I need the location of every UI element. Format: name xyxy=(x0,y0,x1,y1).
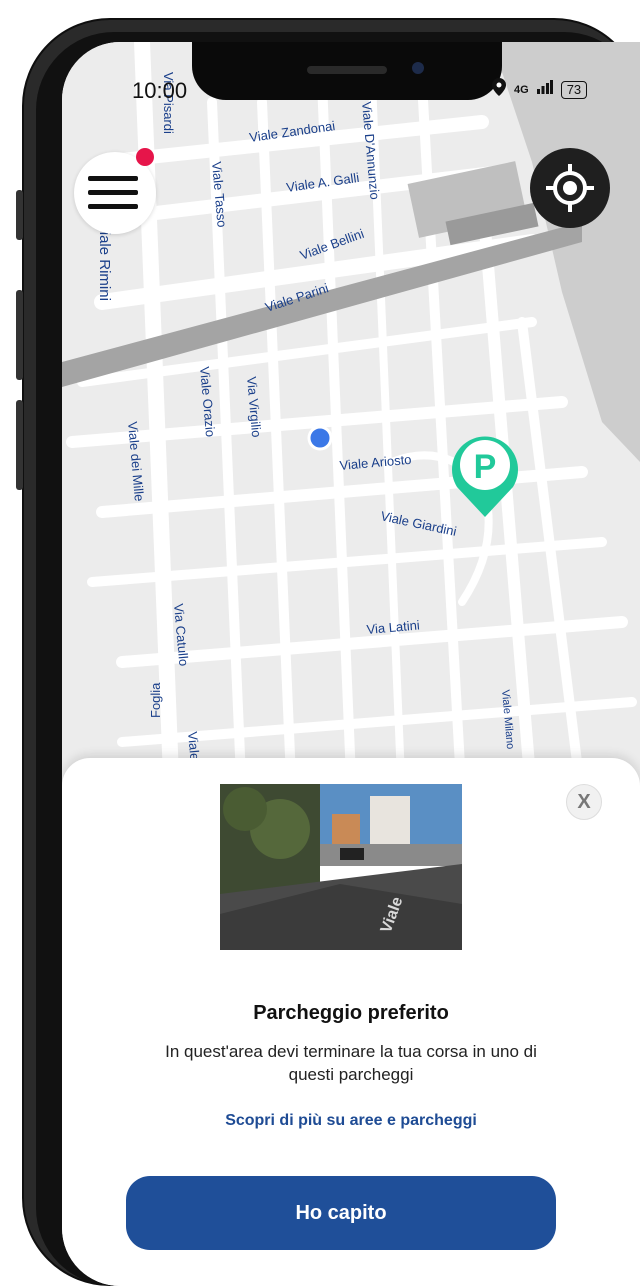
close-button[interactable]: X xyxy=(566,784,602,820)
app-screen: Viale Zandonai Viale A. Galli Viale Bell… xyxy=(62,42,640,1286)
user-location-dot xyxy=(307,425,333,451)
sheet-description: In quest'area devi terminare la tua cors… xyxy=(165,1042,537,1084)
confirm-button[interactable]: Ho capito xyxy=(126,1176,556,1250)
learn-more-link[interactable]: Scopri di più su aree e parcheggi xyxy=(62,1112,640,1130)
signal-icon xyxy=(536,80,553,99)
network-label: 4G xyxy=(514,83,529,96)
sheet-title: Parcheggio preferito xyxy=(253,1002,449,1024)
battery-indicator: 73 xyxy=(560,80,588,99)
front-camera xyxy=(412,62,424,74)
hamburger-menu-icon xyxy=(88,176,138,181)
close-icon: X xyxy=(577,790,591,813)
phone-notch xyxy=(192,42,502,100)
street-label: Foglia xyxy=(148,682,163,718)
parking-info-sheet: X Viale Parcheggio preferito In quest'ar… xyxy=(62,758,640,1286)
location-icon xyxy=(492,78,506,101)
phone-volume-down xyxy=(16,400,23,490)
parking-photo: Viale xyxy=(220,784,462,950)
crosshair-icon xyxy=(546,164,594,212)
phone-volume-up xyxy=(16,290,23,380)
hamburger-menu-icon xyxy=(88,204,138,209)
hamburger-menu-icon xyxy=(88,190,138,195)
status-time: 10:00 xyxy=(132,78,188,103)
phone-side-button xyxy=(16,190,23,240)
locate-me-button[interactable] xyxy=(530,148,610,228)
speaker-grille xyxy=(307,66,387,74)
notification-dot xyxy=(136,148,154,166)
status-icons: 4G 73 xyxy=(492,78,588,101)
street-label: Viale xyxy=(185,731,202,761)
parking-marker-letter: P xyxy=(474,448,497,486)
